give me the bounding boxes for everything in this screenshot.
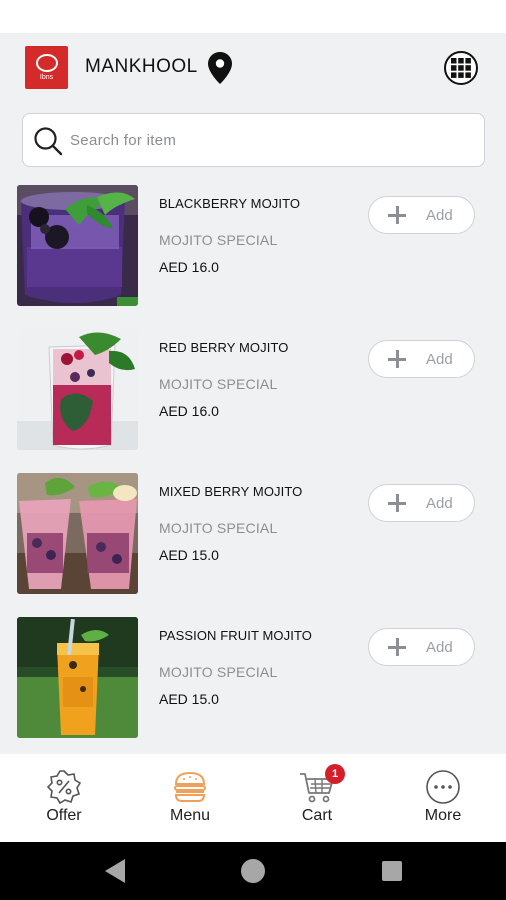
add-button[interactable]: Add [368,628,475,666]
item-category: MOJITO SPECIAL [159,232,278,248]
add-label: Add [426,206,453,224]
item-category: MOJITO SPECIAL [159,664,278,680]
item-image[interactable] [17,473,138,594]
system-nav-bar [0,842,506,900]
item-image[interactable] [17,329,138,450]
add-button[interactable]: Add [368,340,475,378]
brand-logo[interactable]: Ibns [25,46,68,89]
plus-icon [388,638,406,656]
menu-item[interactable]: RED BERRY MOJITO MOJITO SPECIAL AED 16.0… [0,324,506,468]
burger-icon [174,771,206,802]
item-name: RED BERRY MOJITO [159,340,289,355]
item-image[interactable] [17,617,138,738]
item-image[interactable] [17,185,138,306]
header: Ibns MANKHOOL [0,33,506,103]
add-label: Add [426,494,453,512]
cart-icon-wrap: 1 [299,764,345,805]
add-button[interactable]: Add [368,196,475,234]
menu-item[interactable]: PASSION FRUIT MOJITO MOJITO SPECIAL AED … [0,612,506,756]
cart-badge: 1 [325,764,345,784]
add-button[interactable]: Add [368,484,475,522]
nav-cart-label: Cart [301,807,333,824]
item-price: AED 16.0 [159,259,219,275]
menu-item[interactable]: MIXED BERRY MOJITO MOJITO SPECIAL AED 15… [0,468,506,612]
logo-text: Ibns [39,74,54,81]
item-name: MIXED BERRY MOJITO [159,484,303,499]
item-category: MOJITO SPECIAL [159,520,278,536]
plus-icon [388,494,406,512]
add-label: Add [426,638,453,656]
nav-offer[interactable]: Offer [14,754,114,842]
location-pin-icon[interactable] [208,52,232,84]
offer-badge-icon [46,770,82,805]
item-name: BLACKBERRY MOJITO [159,196,301,211]
add-label: Add [426,350,453,368]
nav-cart[interactable]: 1 Cart [267,754,367,842]
search-input[interactable] [70,124,470,156]
item-name: PASSION FRUIT MOJITO [159,628,312,643]
back-icon[interactable] [103,858,127,884]
nav-more-label: More [424,807,462,824]
grid-icon [451,58,471,78]
grid-view-button[interactable] [444,51,478,85]
restaurant-name[interactable]: MANKHOOL [85,56,198,78]
nav-menu-label: Menu [169,807,211,824]
nav-offer-label: Offer [46,807,82,824]
more-dots-icon [426,770,460,804]
plus-icon [388,206,406,224]
home-icon[interactable] [241,859,265,883]
bottom-nav: Offer Menu 1 Cart More [0,754,506,842]
menu-item[interactable]: BLACKBERRY MOJITO MOJITO SPECIAL AED 16.… [0,180,506,324]
search-bar[interactable] [22,113,485,167]
item-price: AED 16.0 [159,403,219,419]
status-bar [0,0,506,33]
item-category: MOJITO SPECIAL [159,376,278,392]
menu-list: BLACKBERRY MOJITO MOJITO SPECIAL AED 16.… [0,180,506,756]
plus-icon [388,350,406,368]
nav-menu[interactable]: Menu [140,754,240,842]
search-icon [34,127,63,156]
item-price: AED 15.0 [159,691,219,707]
logo-mark [35,54,58,72]
item-price: AED 15.0 [159,547,219,563]
nav-more[interactable]: More [393,754,493,842]
recent-apps-icon[interactable] [382,861,402,881]
